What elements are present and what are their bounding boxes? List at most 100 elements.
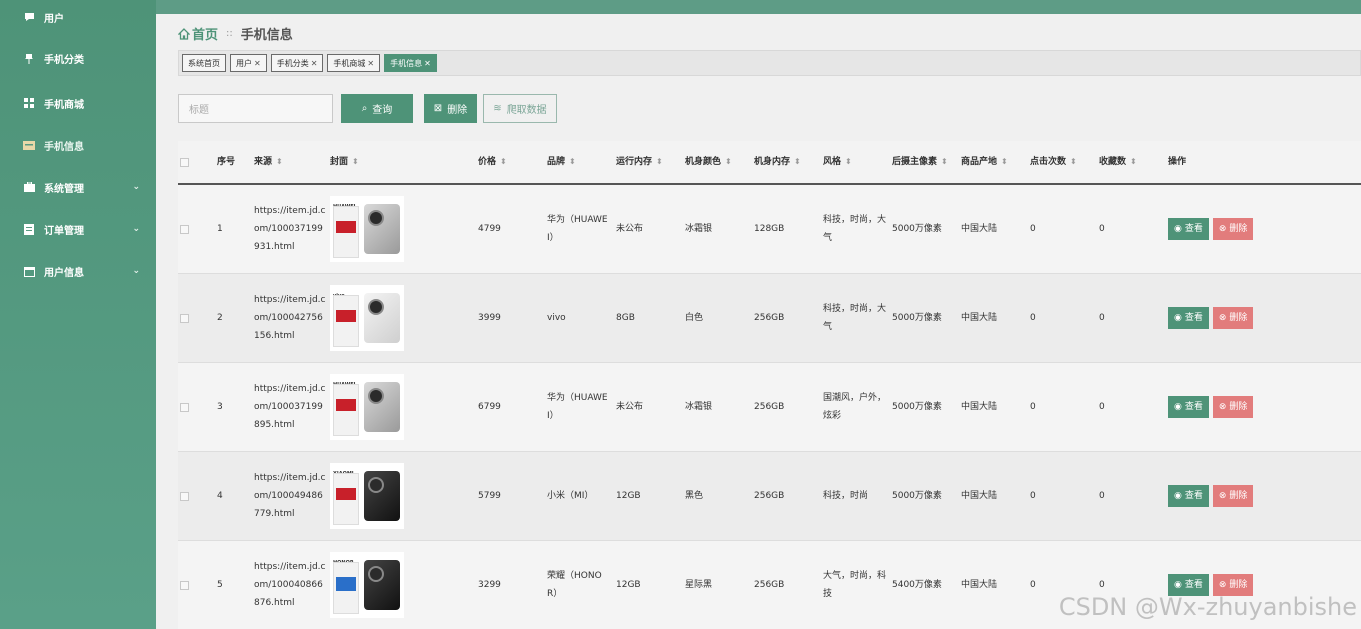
select-all-checkbox[interactable] xyxy=(180,157,189,167)
sort-icon[interactable]: ⬍ xyxy=(1070,153,1077,171)
sort-icon[interactable]: ⬍ xyxy=(1130,153,1137,171)
cover-image[interactable]: HONOR xyxy=(330,552,404,618)
header-camera[interactable]: 后摄主像素 ⬍ xyxy=(892,153,961,171)
tab-users[interactable]: 用户 ✕ xyxy=(230,54,267,72)
eye-icon: ◉ xyxy=(1174,313,1182,323)
view-button[interactable]: ◉ 查看 xyxy=(1168,396,1209,418)
close-icon[interactable]: ✕ xyxy=(311,59,318,68)
cell-source: https://item.jd.com/100040866876.html xyxy=(254,562,326,608)
sidebar-item-users[interactable]: 用户 xyxy=(0,0,156,34)
cell-camera: 5000万像素 xyxy=(892,402,942,412)
row-checkbox[interactable] xyxy=(180,313,189,323)
cover-image[interactable]: XIAOMI xyxy=(330,463,404,529)
sort-icon[interactable]: ⬍ xyxy=(276,153,283,171)
sort-icon[interactable]: ⬍ xyxy=(845,153,852,171)
header-brand[interactable]: 品牌 ⬍ xyxy=(547,153,616,171)
tab-bar: 系统首页 用户 ✕ 手机分类 ✕ 手机商城 ✕ 手机信息 ✕ xyxy=(178,50,1361,76)
tab-system-home[interactable]: 系统首页 xyxy=(182,54,226,72)
document-icon xyxy=(23,223,35,235)
tab-phone-mall[interactable]: 手机商城 ✕ xyxy=(327,54,381,72)
header-source[interactable]: 来源 ⬍ xyxy=(254,153,330,171)
cell-origin: 中国大陆 xyxy=(961,402,998,412)
header-clicks[interactable]: 点击次数 ⬍ xyxy=(1030,153,1099,171)
tab-phone-info[interactable]: 手机信息 ✕ xyxy=(384,54,437,72)
delete-button[interactable]: ⊠ 删除 xyxy=(424,94,477,123)
close-icon[interactable]: ✕ xyxy=(424,59,431,68)
view-button[interactable]: ◉ 查看 xyxy=(1168,307,1209,329)
cell-price: 4799 xyxy=(478,224,501,234)
cell-price: 3299 xyxy=(478,580,501,590)
watermark: CSDN @Wx-zhuyanbishe xyxy=(1058,593,1357,621)
eye-icon: ◉ xyxy=(1174,491,1182,501)
sort-icon[interactable]: ⬍ xyxy=(1001,153,1008,171)
sort-icon[interactable]: ⬍ xyxy=(725,153,732,171)
sidebar-item-order-admin[interactable]: 订单管理 ⌄ xyxy=(0,208,156,250)
sidebar-item-phone-info[interactable]: 手机信息 xyxy=(0,124,156,166)
close-icon[interactable]: ✕ xyxy=(367,59,374,68)
search-input[interactable]: 标题 xyxy=(178,94,333,123)
sort-icon[interactable]: ⬍ xyxy=(352,153,359,171)
header-origin[interactable]: 商品产地 ⬍ xyxy=(961,153,1030,171)
cell-ram: 未公布 xyxy=(616,224,644,234)
table-row[interactable]: 3 https://item.jd.com/100037199895.html … xyxy=(178,363,1361,452)
row-delete-button[interactable]: ⊗ 删除 xyxy=(1212,396,1254,418)
eye-icon: ◉ xyxy=(1174,224,1182,234)
sidebar-item-label: 用户信息 xyxy=(44,267,84,279)
cell-origin: 中国大陆 xyxy=(961,313,998,323)
cell-idx: 4 xyxy=(217,491,223,501)
sidebar: 用户 手机分类 手机商城 手机信息 系统管理 ⌄ 订单管理 ⌄ 用户信息 ⌄ xyxy=(0,0,156,629)
eye-icon: ◉ xyxy=(1174,580,1182,590)
sort-icon[interactable]: ⬍ xyxy=(941,153,948,171)
header-price[interactable]: 价格 ⬍ xyxy=(478,153,547,171)
sidebar-item-label: 手机信息 xyxy=(44,141,84,153)
cell-rom: 256GB xyxy=(754,580,785,590)
header-color[interactable]: 机身颜色 ⬍ xyxy=(685,153,754,171)
close-circle-icon: ⊗ xyxy=(1218,402,1227,412)
cover-image[interactable]: HUAWEI xyxy=(330,196,404,262)
cell-camera: 5000万像素 xyxy=(892,491,942,501)
row-delete-button[interactable]: ⊗ 删除 xyxy=(1212,218,1254,240)
breadcrumb-current: 手机信息 xyxy=(240,28,293,43)
crawl-data-button[interactable]: ≋ 爬取数据 xyxy=(483,94,557,123)
header-ram[interactable]: 运行内存 ⬍ xyxy=(616,153,685,171)
cell-style: 科技，时尚，大气 xyxy=(823,215,887,243)
breadcrumb-separator: :: xyxy=(226,28,233,39)
cell-camera: 5400万像素 xyxy=(892,580,942,590)
header-rom[interactable]: 机身内存 ⬍ xyxy=(754,153,823,171)
close-icon[interactable]: ✕ xyxy=(254,59,261,68)
header-ops: 操作 xyxy=(1168,157,1187,167)
cover-image[interactable]: vivo xyxy=(330,285,404,351)
cell-origin: 中国大陆 xyxy=(961,491,998,501)
breadcrumb-home[interactable]: 首页 xyxy=(178,24,218,43)
sidebar-item-phone-mall[interactable]: 手机商城 xyxy=(0,82,156,124)
cover-image[interactable]: HUAWEI xyxy=(330,374,404,440)
cell-rom: 256GB xyxy=(754,402,785,412)
table-row[interactable]: 4 https://item.jd.com/100049486779.html … xyxy=(178,452,1361,541)
query-button[interactable]: ⌕ 查询 xyxy=(341,94,413,123)
row-checkbox[interactable] xyxy=(180,224,189,234)
sidebar-item-system-admin[interactable]: 系统管理 ⌄ xyxy=(0,166,156,208)
view-button[interactable]: ◉ 查看 xyxy=(1168,218,1209,240)
row-checkbox[interactable] xyxy=(180,402,189,412)
chevron-down-icon: ⌄ xyxy=(132,182,140,192)
row-checkbox[interactable] xyxy=(180,491,189,501)
sort-icon[interactable]: ⬍ xyxy=(569,153,576,171)
tab-phone-category[interactable]: 手机分类 ✕ xyxy=(270,54,324,72)
header-style[interactable]: 风格 ⬍ xyxy=(823,153,892,171)
view-button[interactable]: ◉ 查看 xyxy=(1168,485,1209,507)
header-cover[interactable]: 封面 ⬍ xyxy=(330,153,478,171)
row-delete-button[interactable]: ⊗ 删除 xyxy=(1212,485,1254,507)
sort-icon[interactable]: ⬍ xyxy=(794,153,801,171)
sidebar-item-phone-category[interactable]: 手机分类 xyxy=(0,34,156,82)
row-checkbox[interactable] xyxy=(180,580,189,590)
sidebar-item-user-info[interactable]: 用户信息 ⌄ xyxy=(0,250,156,292)
cell-favorites: 0 xyxy=(1099,491,1105,501)
table-row[interactable]: 2 https://item.jd.com/100042756156.html … xyxy=(178,274,1361,363)
cell-clicks: 0 xyxy=(1030,313,1036,323)
sort-icon[interactable]: ⬍ xyxy=(500,153,507,171)
row-delete-button[interactable]: ⊗ 删除 xyxy=(1212,307,1254,329)
header-favorites[interactable]: 收藏数 ⬍ xyxy=(1099,153,1168,171)
sort-icon[interactable]: ⬍ xyxy=(656,153,663,171)
cell-price: 3999 xyxy=(478,313,501,323)
table-row[interactable]: 1 https://item.jd.com/100037199931.html … xyxy=(178,185,1361,274)
